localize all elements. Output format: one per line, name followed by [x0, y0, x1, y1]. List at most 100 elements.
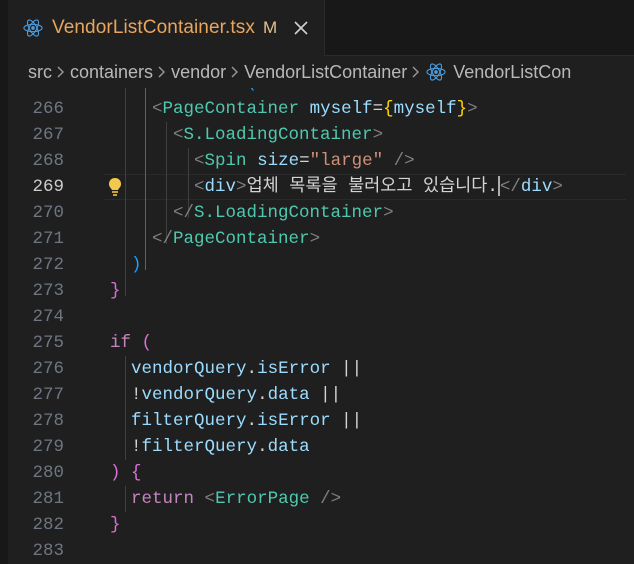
- code-token: >: [383, 203, 394, 223]
- code-line: !vendorQuery.data ||: [110, 382, 341, 408]
- code-token: </: [499, 177, 521, 197]
- code-line: </PageContainer>: [110, 226, 320, 252]
- line-number: 275: [32, 333, 64, 353]
- line-number: 273: [32, 281, 64, 301]
- line-number: 280: [32, 463, 64, 483]
- tab-bar: VendorListContainer.tsx M: [8, 0, 634, 56]
- breadcrumb-containers[interactable]: containers: [70, 62, 153, 83]
- code-token: <: [194, 177, 205, 197]
- line-number: 281: [32, 489, 64, 509]
- close-icon[interactable]: [291, 18, 311, 38]
- code-token: ): [110, 463, 121, 483]
- code-token: myself: [393, 99, 457, 119]
- line-number: 274: [32, 307, 64, 327]
- tab-vendor-list-container[interactable]: VendorListContainer.tsx M: [8, 0, 325, 56]
- code-token: return: [131, 489, 195, 509]
- line-number: 271: [32, 229, 64, 249]
- code-line: <S.LoadingContainer>: [110, 122, 383, 148]
- code-token: <: [194, 151, 205, 171]
- breadcrumb-symbol[interactable]: VendorListCon: [453, 62, 571, 83]
- code-token: <: [152, 99, 163, 119]
- code-token: .: [257, 437, 268, 457]
- code-line: </S.LoadingContainer>: [110, 200, 394, 226]
- code-token: isError: [257, 359, 331, 379]
- line-number: 276: [32, 359, 64, 379]
- line-number: 265: [8, 88, 64, 96]
- code-token: Spin: [204, 151, 247, 171]
- code-token: .: [257, 385, 268, 405]
- code-token: data: [267, 437, 310, 457]
- code-line: if (: [110, 330, 152, 356]
- code-token: >: [309, 229, 321, 249]
- code-token: Yo: [563, 177, 634, 197]
- code-line: <PageContainer myself={myself}>: [110, 96, 478, 122]
- code-token: }: [456, 99, 468, 119]
- chevron-right-icon: [52, 66, 70, 78]
- code-line: filterQuery.isError ||: [110, 408, 362, 434]
- code-line: <div>업체 목록을 불러오고 있습니다.</div> Yo: [110, 174, 634, 200]
- code-line: !filterQuery.data: [110, 434, 310, 460]
- code-line: return (: [110, 88, 257, 96]
- code-token: }: [110, 281, 121, 301]
- breadcrumb-vendor[interactable]: vendor: [171, 62, 226, 83]
- chevron-right-icon: [407, 66, 425, 78]
- line-number: 269: [32, 177, 64, 197]
- code-token: ||: [320, 385, 342, 405]
- code-token: S.LoadingContainer: [194, 203, 384, 223]
- code-token: {: [383, 99, 394, 119]
- line-number: 268: [32, 151, 64, 171]
- code-token: S.LoadingContainer: [183, 125, 373, 145]
- code-token: <: [173, 125, 184, 145]
- code-line: return <ErrorPage />: [110, 486, 341, 512]
- code-token: isError: [257, 411, 331, 431]
- code-token: !: [131, 437, 142, 457]
- line-number: 278: [32, 411, 64, 431]
- react-icon: [425, 61, 447, 83]
- code-token: return: [173, 88, 236, 93]
- line-number: 266: [32, 99, 64, 119]
- line-number: 272: [32, 255, 64, 275]
- code-line: }: [110, 278, 121, 304]
- code-token: >: [372, 125, 384, 145]
- tab-filename: VendorListContainer.tsx: [52, 17, 255, 38]
- code-token: ||: [341, 411, 363, 431]
- code-token: </: [152, 229, 174, 249]
- breadcrumb-file[interactable]: VendorListContainer: [244, 62, 407, 83]
- breadcrumb-src[interactable]: src: [28, 62, 52, 83]
- code-token: />: [393, 151, 415, 171]
- code-token: ErrorPage: [215, 489, 310, 509]
- code-token: div: [520, 177, 553, 197]
- react-icon: [22, 17, 44, 39]
- code-editor[interactable]: 265 return ( 266 <PageContainer myself={m…: [8, 88, 634, 564]
- code-line: }: [110, 512, 121, 538]
- line-number: 283: [32, 541, 64, 561]
- code-token: =: [299, 151, 310, 171]
- code-token: PageContainer: [173, 229, 310, 249]
- code-line: <Spin size="large" />: [110, 148, 415, 174]
- minimap[interactable]: [626, 88, 634, 564]
- code-token: >: [552, 177, 563, 197]
- chevron-right-icon: [153, 66, 171, 78]
- line-number: 267: [32, 125, 64, 145]
- code-token: div: [204, 177, 237, 197]
- line-number: 277: [32, 385, 64, 405]
